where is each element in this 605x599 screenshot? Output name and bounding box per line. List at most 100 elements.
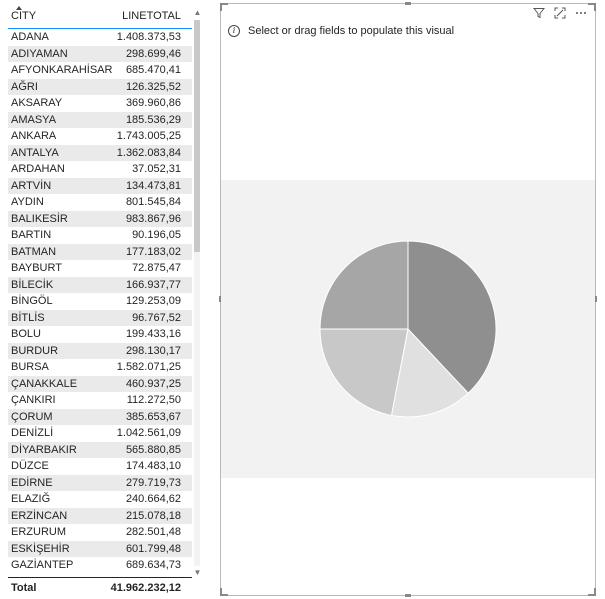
total-value: 41.962.232,12 xyxy=(110,582,181,594)
table-row[interactable]: ERZİNCAN 215.078,18 xyxy=(8,507,192,524)
city-cell: DİYARBAKIR xyxy=(11,443,77,456)
linetotal-cell: 126.325,52 xyxy=(125,80,181,93)
city-cell: ADANA xyxy=(11,31,49,43)
table-visual[interactable]: CITY LINETOTAL ADANA 1.408.373,53 ADIYAMAN… xyxy=(0,0,205,599)
table-row[interactable]: AĞRI 126.325,52 xyxy=(8,78,192,95)
column-header-linetotal[interactable]: LINETOTAL xyxy=(122,10,181,22)
table-row[interactable]: BİTLİS 96.767,52 xyxy=(8,309,192,326)
linetotal-cell: 1.042.561,09 xyxy=(116,427,181,439)
linetotal-cell: 685.470,41 xyxy=(125,64,181,76)
city-cell: ELAZIĞ xyxy=(11,493,51,505)
table-row[interactable]: BAYBURT 72.875,47 xyxy=(8,260,192,277)
linetotal-cell: 983.867,96 xyxy=(125,212,181,225)
city-cell: BATMAN xyxy=(11,245,57,258)
linetotal-cell: 1.362.083,84 xyxy=(116,146,181,159)
city-cell: AKSARAY xyxy=(11,97,63,109)
city-cell: BİTLİS xyxy=(11,311,45,324)
linetotal-cell: 72.875,47 xyxy=(132,262,181,274)
table-row[interactable]: BURSA 1.582.071,25 xyxy=(8,359,192,376)
linetotal-cell: 1.582.071,25 xyxy=(116,361,181,373)
table-row[interactable]: ESKİŞEHİR 601.799,48 xyxy=(8,540,192,557)
table-row[interactable]: ARTVİN 134.473,81 xyxy=(8,177,192,194)
city-cell: ANKARA xyxy=(11,130,57,142)
resize-corner-bottom-right[interactable] xyxy=(588,588,596,596)
scroll-down-icon[interactable]: ▼ xyxy=(193,568,202,578)
city-cell: ADIYAMAN xyxy=(11,47,68,60)
linetotal-cell: 37.052,31 xyxy=(132,163,181,175)
city-cell: EDİRNE xyxy=(11,476,53,489)
linetotal-cell: 199.433,16 xyxy=(125,328,181,340)
linetotal-cell: 174.483,10 xyxy=(125,460,181,472)
info-text: Select or drag fields to populate this v… xyxy=(248,25,455,37)
column-header-city[interactable]: CITY xyxy=(11,10,36,22)
table-row[interactable]: ERZURUM 282.501,48 xyxy=(8,524,192,541)
linetotal-cell: 460.937,25 xyxy=(125,377,181,390)
pie-placeholder-area xyxy=(221,180,595,478)
focus-mode-icon[interactable] xyxy=(554,7,566,19)
table-row[interactable]: BİNGÖL 129.253,09 xyxy=(8,293,192,310)
table-row[interactable]: AKSARAY 369.960,86 xyxy=(8,95,192,112)
city-cell: ÇANAKKALE xyxy=(11,377,78,390)
resize-corner-top-left[interactable] xyxy=(220,3,228,11)
scroll-up-icon[interactable]: ▲ xyxy=(193,8,202,18)
city-cell: DENİZLİ xyxy=(11,427,54,439)
table-row[interactable]: ANTALYA 1.362.083,84 xyxy=(8,144,192,161)
table-row[interactable]: EDİRNE 279.719,73 xyxy=(8,474,192,491)
city-cell: ÇANKIRI xyxy=(11,394,56,406)
table-row[interactable]: AYDIN 801.545,84 xyxy=(8,194,192,211)
table-row[interactable]: BALIKESİR 983.867,96 xyxy=(8,210,192,227)
table-row[interactable]: ARDAHAN 37.052,31 xyxy=(8,161,192,178)
city-cell: BİLECİK xyxy=(11,278,54,291)
table-row[interactable]: AFYONKARAHİSAR 685.470,41 xyxy=(8,62,192,79)
linetotal-cell: 282.501,48 xyxy=(125,526,181,538)
city-cell: ARDAHAN xyxy=(11,163,65,175)
table-row[interactable]: ÇORUM 385.653,67 xyxy=(8,408,192,425)
pie-chart-visual[interactable]: i Select or drag fields to populate this… xyxy=(219,2,597,597)
resize-corner-top-right[interactable] xyxy=(588,3,596,11)
linetotal-cell: 279.719,73 xyxy=(125,476,181,489)
city-cell: AFYONKARAHİSAR xyxy=(11,64,113,76)
resize-corner-bottom-left[interactable] xyxy=(220,588,228,596)
resize-handle-top[interactable] xyxy=(405,2,411,5)
table-row[interactable]: BURDUR 298.130,17 xyxy=(8,342,192,359)
table-row[interactable]: AMASYA 185.536,29 xyxy=(8,111,192,128)
city-cell: AĞRI xyxy=(11,80,38,93)
city-cell: BARTIN xyxy=(11,229,52,241)
table-body: ADANA 1.408.373,53 ADIYAMAN 298.699,46 AFYON… xyxy=(8,29,192,574)
more-options-icon[interactable] xyxy=(575,7,587,19)
table-row[interactable]: GAZİANTEP 689.634,73 xyxy=(8,557,192,574)
city-cell: ESKİŞEHİR xyxy=(11,542,70,555)
city-cell: ANTALYA xyxy=(11,146,59,159)
table-row[interactable]: BOLU 199.433,16 xyxy=(8,326,192,343)
table-row[interactable]: DENİZLİ 1.042.561,09 xyxy=(8,425,192,442)
sort-ascending-icon[interactable] xyxy=(16,6,22,10)
linetotal-cell: 689.634,73 xyxy=(125,559,181,571)
table-row[interactable]: ANKARA 1.743.005,25 xyxy=(8,128,192,145)
table-row[interactable]: ADANA 1.408.373,53 xyxy=(8,29,192,46)
linetotal-cell: 1.743.005,25 xyxy=(116,130,181,142)
visual-header-icons xyxy=(532,7,587,19)
scroll-thumb[interactable] xyxy=(194,20,200,252)
filter-icon[interactable] xyxy=(532,7,546,19)
city-cell: BURSA xyxy=(11,361,49,373)
table-scrollbar[interactable]: ▲ ▼ xyxy=(193,6,202,578)
table-row[interactable]: DÜZCE 174.483,10 xyxy=(8,458,192,475)
city-cell: ERZURUM xyxy=(11,526,66,538)
linetotal-cell: 129.253,09 xyxy=(125,295,181,307)
linetotal-cell: 185.536,29 xyxy=(125,113,181,126)
table-row[interactable]: BİLECİK 166.937,77 xyxy=(8,276,192,293)
table-row[interactable]: ÇANKIRI 112.272,50 xyxy=(8,392,192,409)
table-row[interactable]: ADIYAMAN 298.699,46 xyxy=(8,45,192,62)
table-row[interactable]: BATMAN 177.183,02 xyxy=(8,243,192,260)
table-row[interactable]: ÇANAKKALE 460.937,25 xyxy=(8,375,192,392)
resize-handle-bottom[interactable] xyxy=(405,594,411,597)
table-row[interactable]: DİYARBAKIR 565.880,85 xyxy=(8,441,192,458)
city-cell: AYDIN xyxy=(11,196,44,208)
table-row[interactable]: ELAZIĞ 240.664,62 xyxy=(8,491,192,508)
table-total-row: Total 41.962.232,12 xyxy=(8,577,192,598)
table-row[interactable]: BARTIN 90.196,05 xyxy=(8,227,192,244)
linetotal-cell: 601.799,48 xyxy=(125,542,181,555)
linetotal-cell: 240.664,62 xyxy=(125,493,181,505)
city-cell: ARTVİN xyxy=(11,179,52,192)
linetotal-cell: 166.937,77 xyxy=(125,278,181,291)
